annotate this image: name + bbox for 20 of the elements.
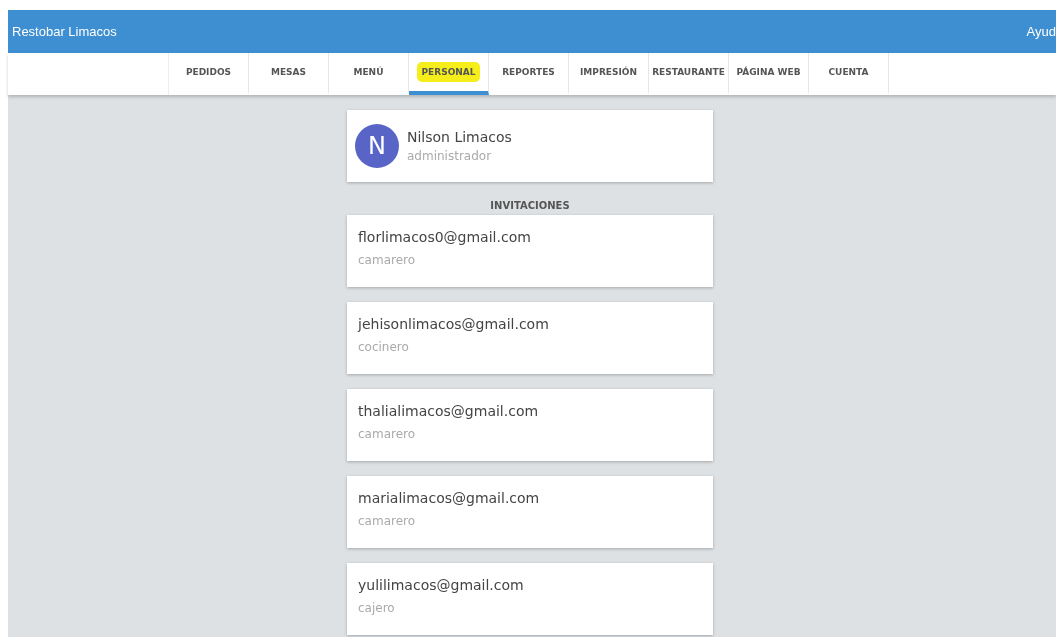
invitation-card[interactable]: florlimacos0@gmail.com camarero (347, 215, 713, 287)
invitation-card[interactable]: jehisonlimacos@gmail.com cocinero (347, 302, 713, 374)
invitation-role: cajero (358, 601, 396, 615)
invitation-card[interactable]: yulilimacos@gmail.com cajero (347, 563, 713, 635)
invitation-card[interactable]: marialimacos@gmail.com camarero (347, 476, 713, 548)
invitation-email: yulilimacos@gmail.com (358, 577, 525, 593)
invitation-email: jehisonlimacos@gmail.com (358, 316, 550, 332)
invitation-role: camarero (358, 253, 417, 267)
invitation-role: camarero (358, 514, 417, 528)
invitation-email: florlimacos0@gmail.com (358, 229, 532, 245)
invitation-email: marialimacos@gmail.com (358, 490, 541, 506)
avatar: N (355, 124, 399, 168)
invitation-card[interactable]: thalialimacos@gmail.com camarero (347, 389, 713, 461)
invitation-role: cocinero (358, 340, 410, 354)
invitation-role: camarero (358, 427, 417, 441)
user-name: Nilson Limacos (407, 129, 512, 145)
section-heading: INVITACIONES (490, 200, 570, 211)
user-role: administrador (407, 149, 493, 163)
invitation-email: thalialimacos@gmail.com (358, 403, 540, 419)
app-title: Restobar Limacos (12, 24, 117, 39)
